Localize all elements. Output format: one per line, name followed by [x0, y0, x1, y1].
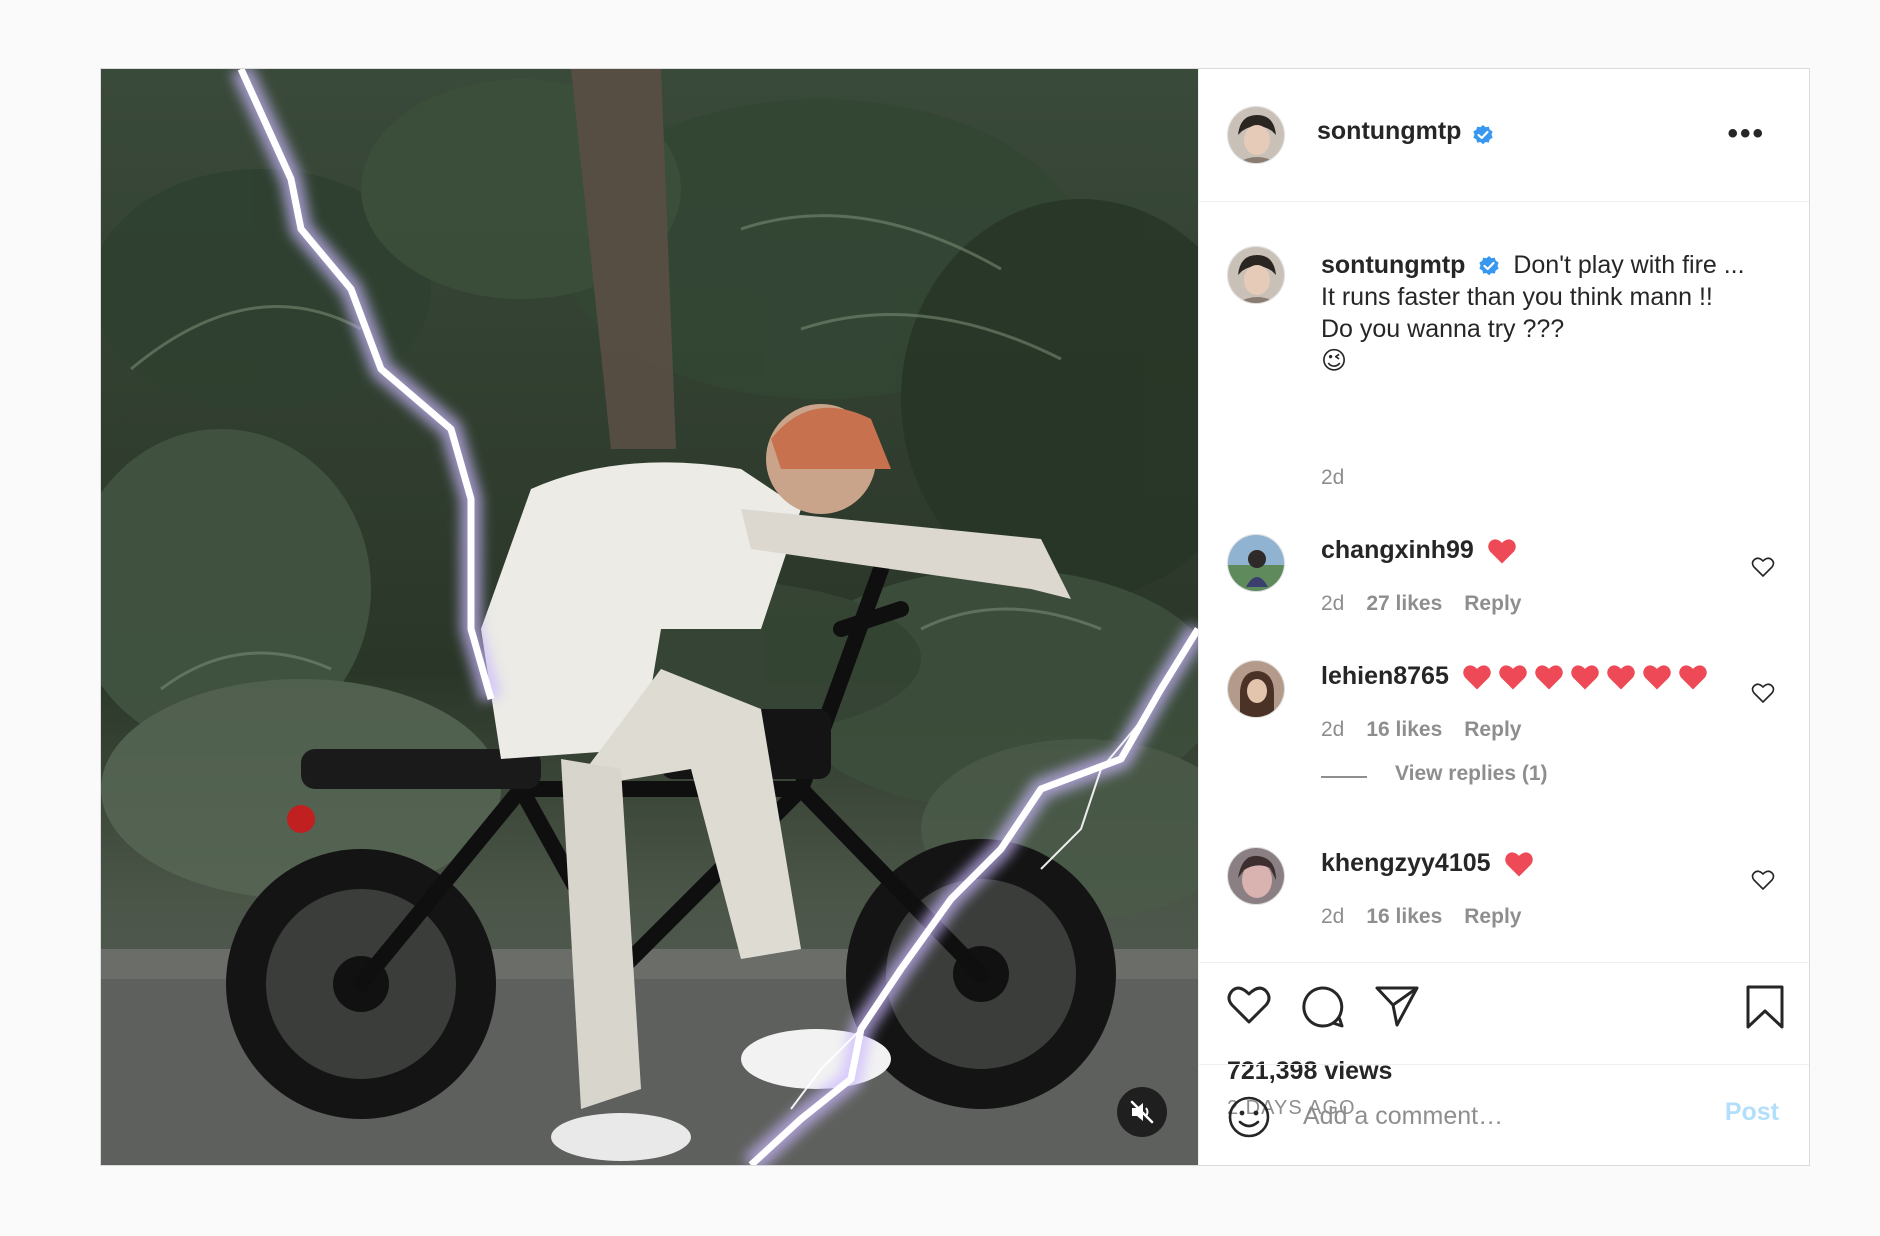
comment-meta: 2d 27 likes Reply	[1321, 592, 1543, 616]
red-heart-emoji	[1488, 539, 1516, 564]
red-heart-emoji	[1571, 665, 1599, 690]
caption-line-1: Don't play with fire ...	[1513, 251, 1745, 279]
speaker-muted-icon	[1130, 1100, 1154, 1124]
caption-time: 2d	[1321, 466, 1366, 490]
author-avatar[interactable]	[1227, 106, 1285, 164]
comment-time: 2d	[1321, 592, 1345, 615]
red-heart-emoji	[1643, 665, 1671, 690]
like-comment-heart-icon[interactable]	[1751, 869, 1775, 891]
red-heart-emoji	[1607, 665, 1635, 690]
share-icon[interactable]	[1375, 985, 1419, 1027]
caption-avatar[interactable]	[1227, 246, 1285, 304]
view-replies-button[interactable]: View replies (1)	[1395, 762, 1548, 786]
comment-meta: 2d 16 likes Reply	[1321, 718, 1543, 742]
post-comment-button[interactable]: Post	[1725, 1098, 1779, 1127]
red-heart-emoji	[1535, 665, 1563, 690]
comment-icon[interactable]	[1301, 985, 1345, 1029]
comment-hearts	[1456, 662, 1708, 690]
replies-divider	[1321, 776, 1367, 778]
caption-username[interactable]: sontungmtp	[1321, 251, 1465, 279]
comment-reply-button[interactable]: Reply	[1464, 905, 1521, 928]
caption-text: sontungmtp Don't play with fire ... It r…	[1321, 249, 1745, 377]
heart-icon[interactable]	[1227, 985, 1271, 1025]
comment-likes[interactable]: 16 likes	[1366, 905, 1442, 928]
comments-section: sontungmtp Don't play with fire ... It r…	[1199, 202, 1809, 962]
red-heart-emoji	[1504, 852, 1533, 877]
add-comment-bar: Post	[1199, 1064, 1809, 1165]
caption-timestamp: 2d	[1321, 466, 1345, 489]
comment-hearts	[1481, 536, 1517, 564]
smiley-icon[interactable]	[1227, 1095, 1271, 1139]
comment-username[interactable]: changxinh99	[1321, 536, 1474, 564]
author-name-block: sontungmtp	[1317, 117, 1494, 146]
post-side-panel: sontungmtp ••• sontungmtp Don't play wit…	[1198, 69, 1809, 1165]
mute-button[interactable]	[1117, 1087, 1167, 1137]
verified-badge-icon	[1479, 256, 1499, 276]
caption-line-2: It runs faster than you think mann !!	[1321, 283, 1713, 311]
bookmark-icon[interactable]	[1745, 985, 1785, 1029]
comment-reply-button[interactable]: Reply	[1464, 592, 1521, 615]
commenter-avatar[interactable]	[1227, 847, 1285, 905]
video-frame-illustration	[101, 69, 1198, 1165]
post-header: sontungmtp •••	[1199, 69, 1809, 202]
instagram-post: sontungmtp ••• sontungmtp Don't play wit…	[100, 68, 1810, 1166]
post-video[interactable]	[101, 69, 1198, 1165]
commenter-avatar[interactable]	[1227, 534, 1285, 592]
like-comment-heart-icon[interactable]	[1751, 556, 1775, 578]
comment-body: lehien8765	[1321, 660, 1708, 692]
commenter-avatar[interactable]	[1227, 660, 1285, 718]
comment-time: 2d	[1321, 905, 1345, 928]
comment-hearts	[1498, 849, 1534, 877]
verified-badge-icon	[1473, 124, 1493, 144]
comment-username[interactable]: lehien8765	[1321, 662, 1449, 690]
comment-time: 2d	[1321, 718, 1345, 741]
red-heart-emoji	[1499, 665, 1527, 690]
comment-body: khengzyy4105	[1321, 847, 1534, 879]
caption-line-3: Do you wanna try ???	[1321, 315, 1565, 343]
comment-meta: 2d 16 likes Reply	[1321, 905, 1543, 929]
comment-username[interactable]: khengzyy4105	[1321, 849, 1491, 877]
comment-reply-button[interactable]: Reply	[1464, 718, 1521, 741]
comment-input[interactable]	[1301, 1093, 1685, 1139]
red-heart-emoji	[1679, 665, 1707, 690]
red-heart-emoji	[1463, 665, 1491, 690]
comment-body: changxinh99	[1321, 534, 1517, 566]
author-username[interactable]: sontungmtp	[1317, 117, 1461, 145]
like-comment-heart-icon[interactable]	[1751, 682, 1775, 704]
more-options-icon[interactable]: •••	[1727, 119, 1765, 149]
caption-emoji: 😉	[1321, 347, 1348, 375]
comment-likes[interactable]: 16 likes	[1366, 718, 1442, 741]
comment-likes[interactable]: 27 likes	[1366, 592, 1442, 615]
